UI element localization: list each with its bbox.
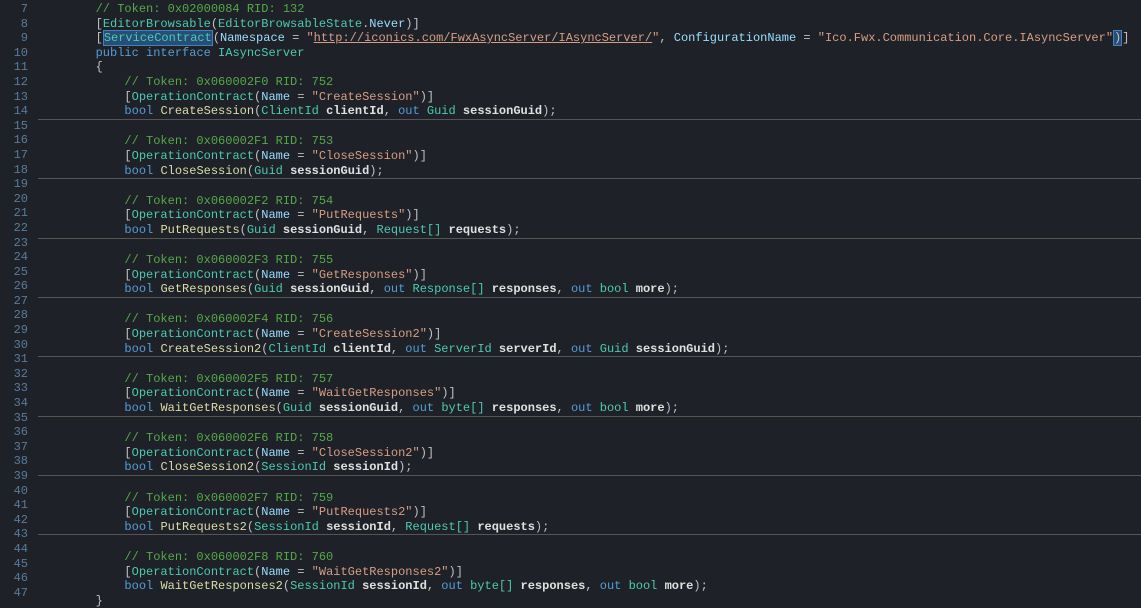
line-number: 15 — [4, 119, 28, 134]
code-line — [38, 239, 1141, 254]
code-line: // Token: 0x060002F7 RID: 759 — [38, 491, 1141, 506]
code-line: // Token: 0x02000084 RID: 132 — [38, 2, 1141, 17]
line-number: 43 — [4, 527, 28, 542]
code-line — [38, 120, 1141, 135]
code-line: [OperationContract(Name = "PutRequests")… — [38, 208, 1141, 223]
code-line: // Token: 0x060002F3 RID: 755 — [38, 253, 1141, 268]
line-number: 23 — [4, 236, 28, 251]
line-number: 17 — [4, 148, 28, 163]
code-line: [OperationContract(Name = "CreateSession… — [38, 327, 1141, 342]
line-number: 9 — [4, 31, 28, 46]
code-line: bool PutRequests(Guid sessionGuid, Reque… — [38, 223, 1141, 238]
line-number: 24 — [4, 250, 28, 265]
code-line: [OperationContract(Name = "CloseSession"… — [38, 149, 1141, 164]
line-number: 22 — [4, 221, 28, 236]
code-line — [38, 179, 1141, 194]
code-line: // Token: 0x060002F5 RID: 757 — [38, 372, 1141, 387]
line-number: 32 — [4, 367, 28, 382]
line-number: 18 — [4, 163, 28, 178]
line-number: 12 — [4, 75, 28, 90]
line-number: 25 — [4, 265, 28, 280]
code-line: bool WaitGetResponses(Guid sessionGuid, … — [38, 401, 1141, 416]
code-line: [OperationContract(Name = "WaitGetRespon… — [38, 386, 1141, 401]
line-number: 11 — [4, 60, 28, 75]
line-number: 42 — [4, 513, 28, 528]
code-line — [38, 298, 1141, 313]
line-number: 36 — [4, 425, 28, 440]
code-line: // Token: 0x060002F6 RID: 758 — [38, 431, 1141, 446]
code-editor[interactable]: 7891011121314151617181920212223242526272… — [0, 0, 1141, 604]
code-line: bool CreateSession2(ClientId clientId, o… — [38, 342, 1141, 357]
code-line — [38, 535, 1141, 550]
line-number: 35 — [4, 411, 28, 426]
code-line: [ServiceContract(Namespace = "http://ico… — [38, 31, 1141, 46]
code-line: // Token: 0x060002F1 RID: 753 — [38, 134, 1141, 149]
code-line: bool GetResponses(Guid sessionGuid, out … — [38, 282, 1141, 297]
code-line: // Token: 0x060002F0 RID: 752 — [38, 75, 1141, 90]
code-line: [OperationContract(Name = "GetResponses"… — [38, 268, 1141, 283]
line-number: 10 — [4, 46, 28, 61]
code-line: bool WaitGetResponses2(SessionId session… — [38, 579, 1141, 594]
code-line: bool PutRequests2(SessionId sessionId, R… — [38, 520, 1141, 535]
line-number: 26 — [4, 279, 28, 294]
line-number: 41 — [4, 498, 28, 513]
line-number: 13 — [4, 90, 28, 105]
line-number: 16 — [4, 133, 28, 148]
line-number: 20 — [4, 192, 28, 207]
line-number: 34 — [4, 396, 28, 411]
line-number: 30 — [4, 338, 28, 353]
line-number: 31 — [4, 352, 28, 367]
code-line: [OperationContract(Name = "CloseSession2… — [38, 446, 1141, 461]
code-line: [OperationContract(Name = "PutRequests2"… — [38, 505, 1141, 520]
line-number: 39 — [4, 469, 28, 484]
code-line: { — [38, 60, 1141, 75]
code-line: // Token: 0x060002F2 RID: 754 — [38, 194, 1141, 209]
line-number: 46 — [4, 571, 28, 586]
code-line: [OperationContract(Name = "CreateSession… — [38, 90, 1141, 105]
line-number: 7 — [4, 2, 28, 17]
line-number: 44 — [4, 542, 28, 557]
code-area[interactable]: // Token: 0x02000084 RID: 132 [EditorBro… — [38, 0, 1141, 604]
line-number: 21 — [4, 206, 28, 221]
line-number: 19 — [4, 177, 28, 192]
line-number: 37 — [4, 440, 28, 455]
code-line: [EditorBrowsable(EditorBrowsableState.Ne… — [38, 17, 1141, 32]
line-number: 8 — [4, 17, 28, 32]
code-line: bool CloseSession(Guid sessionGuid); — [38, 164, 1141, 179]
line-number: 47 — [4, 586, 28, 601]
line-gutter: 7891011121314151617181920212223242526272… — [0, 0, 38, 604]
code-line: [OperationContract(Name = "WaitGetRespon… — [38, 565, 1141, 580]
line-number: 33 — [4, 381, 28, 396]
code-line — [38, 476, 1141, 491]
code-line: bool CreateSession(ClientId clientId, ou… — [38, 104, 1141, 119]
line-number: 45 — [4, 557, 28, 572]
code-line: } — [38, 594, 1141, 608]
line-number: 40 — [4, 484, 28, 499]
line-number: 29 — [4, 323, 28, 338]
code-line — [38, 357, 1141, 372]
line-number: 27 — [4, 294, 28, 309]
line-number: 38 — [4, 454, 28, 469]
code-line: public interface IAsyncServer — [38, 46, 1141, 61]
code-line: // Token: 0x060002F8 RID: 760 — [38, 550, 1141, 565]
line-number: 14 — [4, 104, 28, 119]
code-line: // Token: 0x060002F4 RID: 756 — [38, 312, 1141, 327]
code-line — [38, 417, 1141, 432]
line-number: 28 — [4, 308, 28, 323]
code-line: bool CloseSession2(SessionId sessionId); — [38, 460, 1141, 475]
